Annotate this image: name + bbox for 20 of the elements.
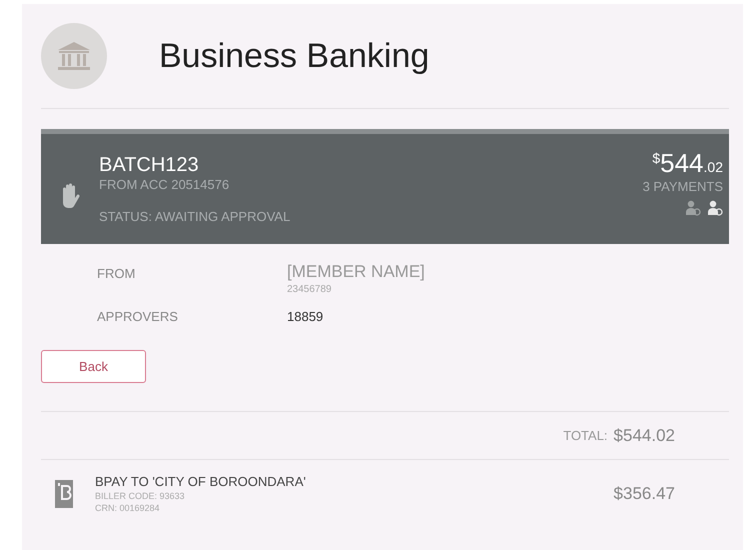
detail-value: 18859 <box>287 308 324 324</box>
crn: CRN: 00169284 <box>95 503 161 513</box>
payment-count: 3 PAYMENTS <box>642 179 723 194</box>
bank-building-icon <box>56 40 92 72</box>
total-label: TOTAL: <box>563 428 608 443</box>
back-button[interactable]: Back <box>41 350 146 383</box>
batch-status: STATUS: AWAITING APPROVAL <box>99 209 292 224</box>
total-amount: $544.02 <box>614 426 675 446</box>
batch-amount: $^{$}$544.02 <box>652 148 723 179</box>
batch-name: BATCH123 <box>99 154 200 177</box>
detail-label: FROM <box>97 265 136 283</box>
payment-amount: $356.47 <box>614 484 675 504</box>
detail-label: APPROVERS <box>97 308 179 324</box>
from-account: FROM ACC 20514576 <box>99 177 230 192</box>
detail-value: [MEMBER NAME] <box>287 262 425 282</box>
page-title: Business Banking <box>159 36 430 76</box>
bpay-logo-icon <box>55 480 73 508</box>
account-number: 23456789 <box>287 284 332 295</box>
biller-code: BILLER CODE: 93633 <box>95 491 186 501</box>
payment-title: BPAY TO 'CITY OF BOROONDARA' <box>95 474 307 489</box>
